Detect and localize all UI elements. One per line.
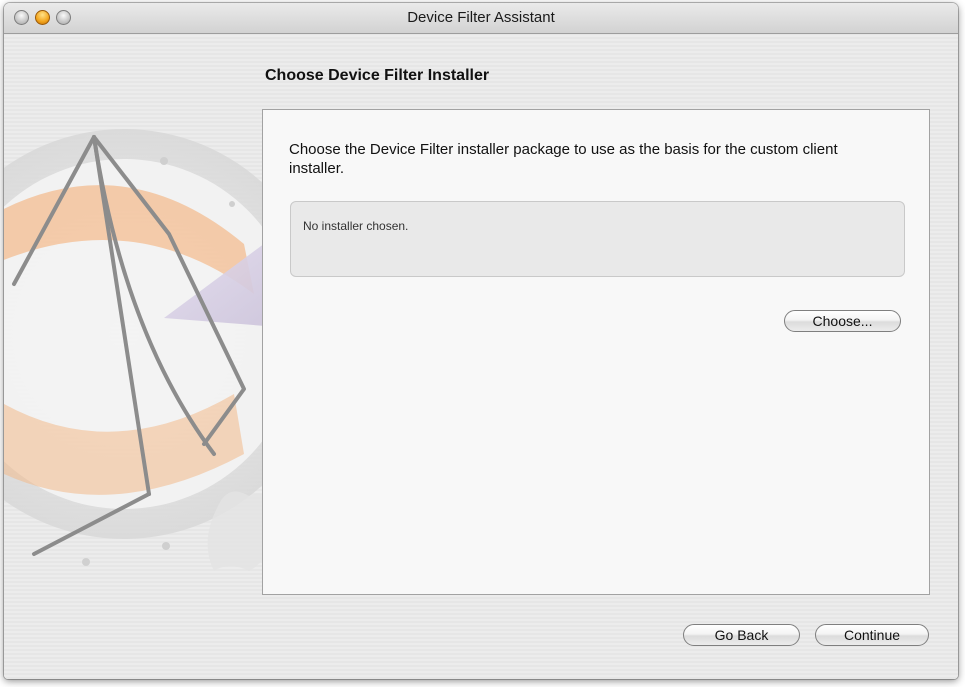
go-back-button[interactable]: Go Back [683, 624, 800, 646]
instructions-text: Choose the Device Filter installer packa… [289, 141, 838, 177]
chosen-installer-field: No installer chosen. [290, 201, 905, 277]
step-title: Choose Device Filter Installer [265, 67, 490, 84]
choose-button[interactable]: Choose... [784, 310, 901, 332]
window-title: Device Filter Assistant [407, 9, 555, 26]
assistant-window: Device Filter Assistant Choose Device Fi… [4, 3, 958, 679]
chosen-installer-text: No installer chosen. [303, 219, 409, 233]
continue-button[interactable]: Continue [815, 624, 929, 646]
title-bar[interactable]: Device Filter Assistant [4, 3, 958, 34]
content-panel: Choose the Device Filter installer packa… [262, 109, 930, 595]
